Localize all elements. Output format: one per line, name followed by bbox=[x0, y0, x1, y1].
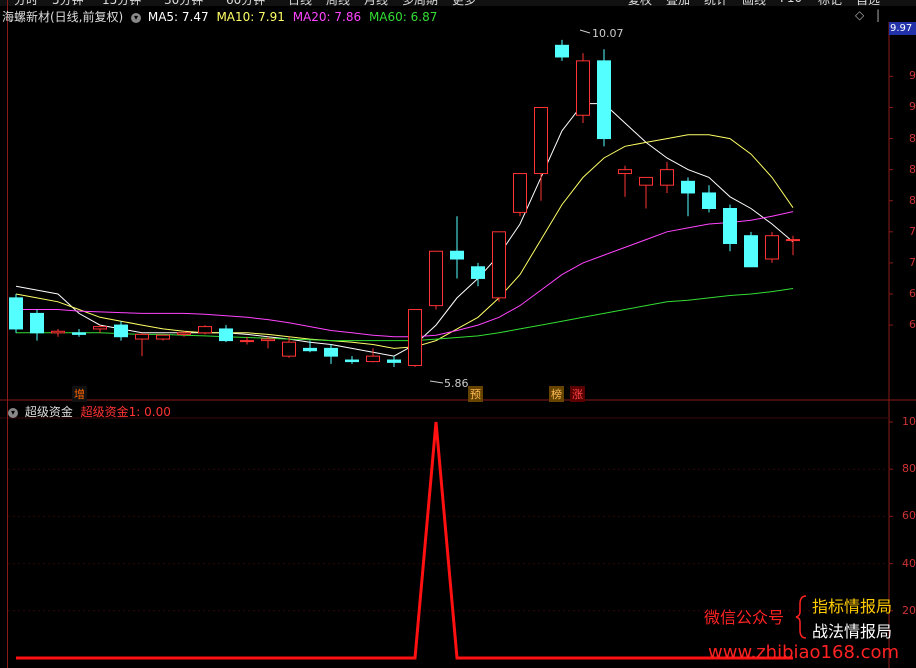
candle-body bbox=[744, 235, 758, 268]
price-tick-label: 7 bbox=[909, 255, 916, 269]
chart-title: 海螺新材(日线,前复权) bbox=[2, 10, 124, 24]
candle-body bbox=[93, 326, 107, 330]
low-marker bbox=[429, 380, 444, 384]
candle-body bbox=[387, 359, 401, 363]
candle-body bbox=[681, 180, 695, 194]
candle-body bbox=[723, 208, 737, 244]
price-axis-ticks bbox=[889, 75, 893, 326]
indicator-name: 超级资金 bbox=[24, 405, 73, 419]
price-tick-label: 9 bbox=[909, 100, 916, 114]
candle-body bbox=[303, 347, 317, 352]
ma5-label: MA5: 7.47 bbox=[147, 10, 209, 24]
watermark-right-line1: 指标情报局 bbox=[812, 597, 893, 616]
candle-body bbox=[765, 235, 779, 260]
candle-body bbox=[156, 334, 170, 340]
candle-body bbox=[135, 333, 149, 340]
watermark-url: www.zhibiao168.com bbox=[708, 642, 900, 663]
candle-body bbox=[576, 60, 590, 116]
current-price-tag: 9.97 bbox=[889, 22, 916, 35]
watermark-right-line2: 战法情报局 bbox=[812, 622, 893, 641]
indicator-tick-label: 10 bbox=[902, 415, 916, 428]
price-tick-label: 9 bbox=[909, 69, 916, 83]
candle-body bbox=[513, 173, 527, 213]
watermark-brace bbox=[795, 595, 807, 639]
ma60-label: MA60: 6.87 bbox=[368, 10, 438, 24]
chevron-down-icon[interactable]: ▾ bbox=[8, 408, 18, 418]
candle-body bbox=[450, 250, 464, 260]
candle-body bbox=[408, 309, 422, 366]
candlesticks bbox=[9, 39, 800, 368]
ma20-label: MA20: 7.86 bbox=[292, 10, 362, 24]
event-marker-yu[interactable]: 预 bbox=[468, 386, 483, 402]
candle-body bbox=[366, 355, 380, 363]
candle-body bbox=[177, 332, 191, 335]
price-tick-label: 8 bbox=[909, 193, 916, 207]
candle-body bbox=[9, 297, 23, 330]
diamond-icon[interactable]: ◇ bbox=[855, 8, 864, 22]
candle-body bbox=[240, 340, 254, 343]
indicator-header: ▾ 超级资金 超级资金1: 0.00 bbox=[2, 403, 171, 420]
candle-body bbox=[639, 176, 653, 186]
candle-body bbox=[597, 60, 611, 140]
candle-body bbox=[345, 359, 359, 363]
candle-body bbox=[618, 169, 632, 175]
moving-average-lines bbox=[15, 103, 794, 357]
indicator-tick-label: 40 bbox=[902, 556, 916, 570]
ma10-label: MA10: 7.91 bbox=[216, 10, 285, 24]
candle-body bbox=[219, 328, 233, 342]
chart-header: 海螺新材(日线,前复权) ▾ MA5: 7.47 MA10: 7.91 MA20… bbox=[2, 8, 437, 25]
candle-body bbox=[282, 341, 296, 357]
watermark-left: 微信公众号 bbox=[704, 608, 785, 627]
candle-body bbox=[324, 347, 338, 357]
candle-body bbox=[51, 330, 65, 334]
high-marker-label: 10.07 bbox=[592, 27, 624, 40]
candle-body bbox=[534, 106, 548, 175]
event-marker-zhang[interactable]: 涨 bbox=[570, 386, 585, 402]
candle-body bbox=[429, 250, 443, 307]
indicator-tick-label: 60 bbox=[902, 509, 916, 523]
indicator-value-label: 超级资金1: 0.00 bbox=[80, 405, 171, 419]
price-tick-label: 7 bbox=[909, 224, 916, 238]
candle-body bbox=[492, 231, 506, 299]
candle-body bbox=[702, 192, 716, 209]
ma-line-ma20 bbox=[16, 211, 794, 338]
candle-body bbox=[555, 44, 569, 58]
chart-canvas bbox=[0, 0, 916, 668]
indicator-axis-ticks bbox=[889, 421, 893, 612]
price-tick-label: 8 bbox=[909, 131, 916, 145]
price-tick-label: 6 bbox=[909, 318, 916, 332]
chevron-down-icon[interactable]: ▾ bbox=[131, 13, 142, 23]
candle-body bbox=[30, 312, 44, 334]
indicator-series-line bbox=[16, 421, 793, 660]
ma-line-ma10 bbox=[15, 134, 794, 349]
candle-body bbox=[660, 169, 674, 186]
indicator-tick-label: 20 bbox=[902, 603, 916, 617]
candle-body bbox=[786, 239, 800, 242]
event-marker-bang[interactable]: 榜 bbox=[549, 386, 564, 402]
more-icon[interactable]: | bbox=[876, 8, 880, 22]
candle-body bbox=[261, 338, 275, 342]
candle-body bbox=[72, 332, 86, 335]
low-marker-label: 5.86 bbox=[444, 377, 469, 390]
indicator-line bbox=[16, 421, 793, 660]
candle-body bbox=[198, 326, 212, 334]
indicator-grid bbox=[8, 468, 889, 612]
indicator-tick-label: 80 bbox=[902, 462, 916, 476]
price-tick-label: 8 bbox=[909, 162, 916, 176]
price-tick-label: 6 bbox=[909, 286, 916, 300]
high-marker bbox=[579, 29, 591, 34]
ma-line-ma60 bbox=[16, 288, 794, 342]
event-marker-zeng[interactable]: 增 bbox=[72, 386, 87, 402]
candle-body bbox=[471, 266, 485, 279]
candle-body bbox=[114, 324, 128, 338]
